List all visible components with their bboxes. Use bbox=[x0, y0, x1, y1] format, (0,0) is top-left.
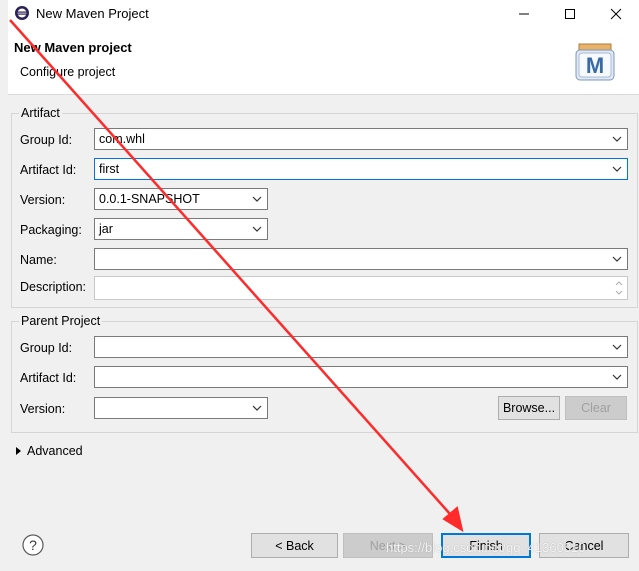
group-id-value: com.whl bbox=[99, 132, 145, 146]
close-icon bbox=[610, 8, 622, 20]
expand-arrow-icon[interactable] bbox=[14, 446, 22, 456]
name-combo[interactable] bbox=[94, 248, 628, 270]
chevron-down-icon bbox=[252, 405, 262, 411]
eclipse-app-icon bbox=[15, 6, 29, 20]
version-combo[interactable]: 0.0.1-SNAPSHOT bbox=[94, 188, 268, 210]
artifact-id-value: first bbox=[99, 162, 120, 176]
wizard-header bbox=[8, 28, 639, 95]
chevron-down-icon bbox=[252, 196, 262, 202]
svg-text:?: ? bbox=[29, 537, 37, 553]
parent-version-combo[interactable] bbox=[94, 397, 268, 419]
artifact-id-label: Artifact Id: bbox=[20, 163, 77, 177]
back-button[interactable]: < Back bbox=[251, 533, 338, 558]
maximize-button[interactable] bbox=[547, 0, 593, 28]
chevron-down-icon bbox=[612, 136, 622, 142]
chevron-down-icon bbox=[612, 344, 622, 350]
group-id-label: Group Id: bbox=[20, 133, 73, 147]
maximize-icon bbox=[565, 9, 575, 19]
wizard-title: New Maven project bbox=[14, 40, 132, 55]
browse-button[interactable]: Browse... bbox=[498, 396, 560, 420]
maven-logo-letter: M bbox=[586, 53, 604, 78]
minimize-icon bbox=[519, 13, 529, 15]
help-icon[interactable]: ? bbox=[22, 534, 44, 556]
chevron-down-icon bbox=[252, 226, 262, 232]
chevron-down-icon bbox=[612, 374, 622, 380]
artifact-legend: Artifact bbox=[19, 106, 62, 120]
window-title: New Maven Project bbox=[36, 6, 149, 21]
parent-group-id-label: Group Id: bbox=[20, 341, 73, 355]
parent-project-legend: Parent Project bbox=[19, 314, 103, 328]
close-button[interactable] bbox=[593, 0, 639, 28]
watermark-text: https://blog.csdn.net/qq_41360810 bbox=[386, 540, 586, 555]
wizard-subtitle: Configure project bbox=[20, 65, 116, 79]
minimize-button[interactable] bbox=[501, 0, 547, 28]
packaging-combo[interactable]: jar bbox=[94, 218, 268, 240]
parent-artifact-id-combo[interactable] bbox=[94, 366, 628, 388]
packaging-value: jar bbox=[99, 222, 113, 236]
advanced-toggle-label[interactable]: Advanced bbox=[27, 444, 83, 458]
scroll-arrows-icon[interactable] bbox=[614, 279, 624, 297]
packaging-label: Packaging: bbox=[20, 223, 82, 237]
description-textarea[interactable] bbox=[94, 276, 628, 300]
version-value: 0.0.1-SNAPSHOT bbox=[99, 192, 200, 206]
parent-version-label: Version: bbox=[20, 402, 66, 416]
artifact-id-combo[interactable]: first bbox=[94, 158, 628, 180]
description-label: Description: bbox=[20, 280, 86, 294]
parent-group-id-combo[interactable] bbox=[94, 336, 628, 358]
group-id-combo[interactable]: com.whl bbox=[94, 128, 628, 150]
chevron-down-icon bbox=[612, 256, 622, 262]
version-label: Version: bbox=[20, 193, 66, 207]
maven-logo-icon: M bbox=[575, 43, 615, 81]
parent-artifact-id-label: Artifact Id: bbox=[20, 371, 77, 385]
name-label: Name: bbox=[20, 253, 57, 267]
chevron-down-icon bbox=[612, 166, 622, 172]
clear-button[interactable]: Clear bbox=[565, 396, 627, 420]
